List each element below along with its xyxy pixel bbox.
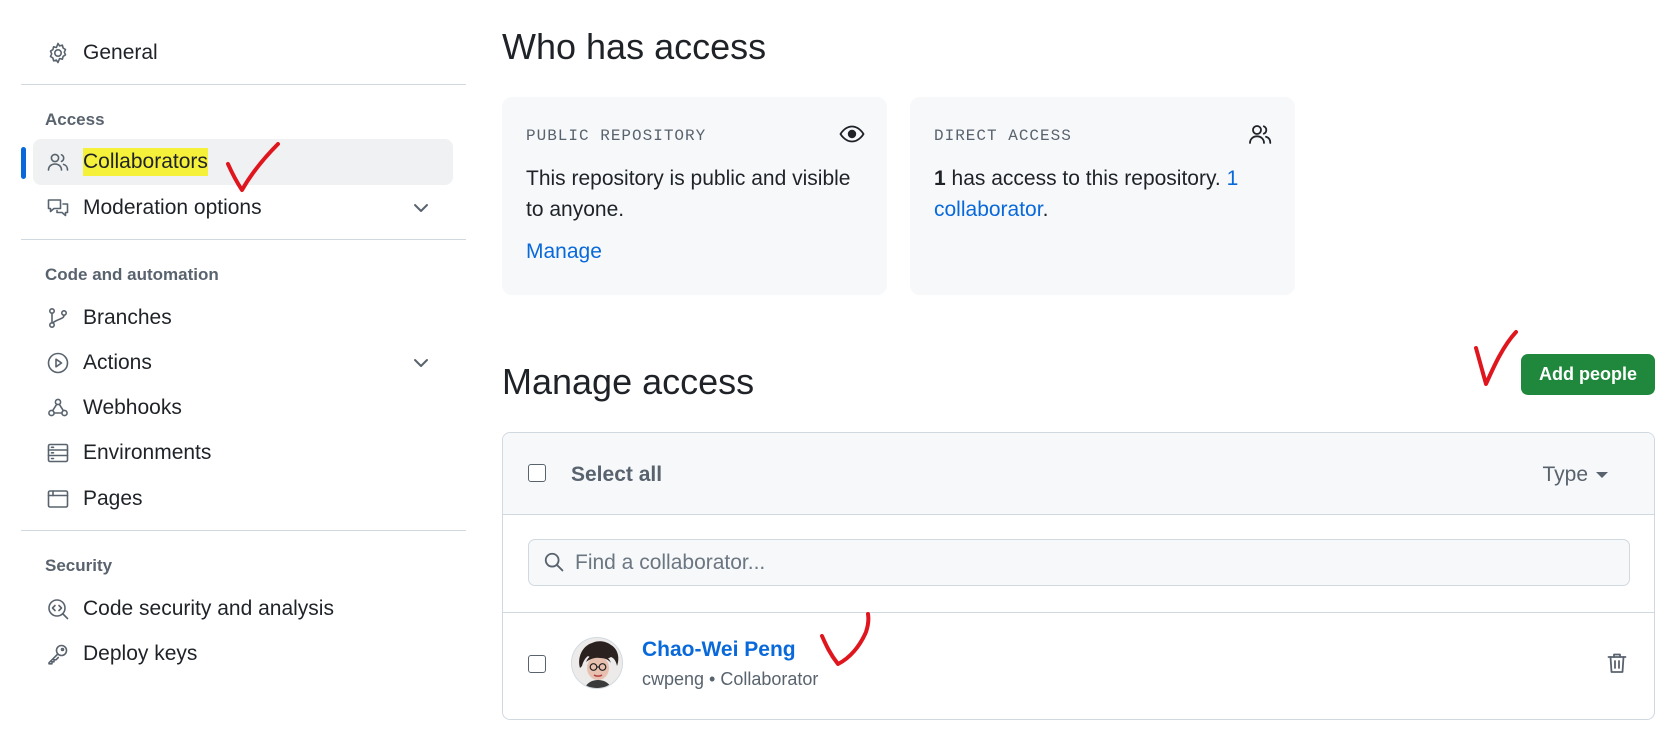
server-icon (45, 440, 71, 466)
card-label: DIRECT ACCESS (934, 127, 1072, 145)
sidebar-divider (21, 84, 466, 85)
comment-discussion-icon (45, 195, 71, 221)
sidebar-item-general[interactable]: General (33, 30, 453, 76)
sidebar-item-label: Actions (83, 351, 152, 374)
sidebar-item-branches[interactable]: Branches (33, 295, 453, 341)
access-text: has access to this repository. (945, 167, 1227, 190)
add-people-button[interactable]: Add people (1521, 354, 1655, 395)
who-has-access-title: Who has access (502, 26, 767, 67)
active-indicator (21, 147, 26, 179)
sidebar-item-pages[interactable]: Pages (33, 476, 453, 522)
sidebar-item-code-security[interactable]: Code security and analysis (33, 586, 453, 632)
table-header: Select all Type (503, 433, 1654, 515)
card-description: 1 has access to this repository. 1 colla… (934, 163, 1274, 225)
section-title-code-automation: Code and automation (45, 265, 219, 284)
row-checkbox[interactable] (528, 655, 546, 673)
collaborator-meta: cwpeng • Collaborator (642, 669, 819, 689)
manage-access-title: Manage access (502, 361, 755, 402)
sidebar-item-label: Branches (83, 306, 172, 329)
caret-down-icon (1596, 472, 1608, 478)
gear-icon (45, 40, 71, 66)
trash-icon[interactable] (1605, 651, 1629, 675)
table-row: Chao-Wei Peng cwpeng • Collaborator (503, 613, 1654, 719)
sidebar-item-label: Code security and analysis (83, 597, 334, 620)
sidebar-item-label: Moderation options (83, 196, 262, 219)
sidebar-item-deploy-keys[interactable]: Deploy keys (33, 631, 453, 677)
sidebar-item-label: Environments (83, 441, 212, 464)
public-repository-card: PUBLIC REPOSITORY This repository is pub… (502, 97, 887, 295)
type-filter-dropdown[interactable]: Type (1542, 463, 1608, 487)
people-icon (45, 149, 71, 175)
chevron-down-icon[interactable] (411, 198, 431, 218)
sidebar-item-environments[interactable]: Environments (33, 430, 453, 476)
sidebar-item-webhooks[interactable]: Webhooks (33, 385, 453, 431)
git-branch-icon (45, 305, 71, 331)
sidebar-item-label: Webhooks (83, 396, 182, 419)
browser-icon (45, 486, 71, 512)
people-icon (1247, 121, 1273, 147)
sidebar-item-label: General (83, 41, 158, 64)
direct-access-card: DIRECT ACCESS 1 has access to this repos… (910, 97, 1295, 295)
section-title-access: Access (45, 110, 105, 129)
sidebar-item-actions[interactable]: Actions (33, 340, 453, 386)
search-icon (543, 551, 567, 575)
search-input[interactable] (575, 550, 1575, 575)
play-circle-icon (45, 350, 71, 376)
card-description: This repository is public and visible to… (526, 167, 851, 221)
sidebar-item-label: Pages (83, 487, 143, 510)
codescan-icon (45, 596, 71, 622)
access-count: 1 (934, 167, 946, 190)
eye-icon (839, 121, 865, 147)
collaborator-name-link[interactable]: Chao-Wei Peng (642, 638, 796, 662)
search-row (503, 515, 1654, 613)
sidebar-item-moderation-options[interactable]: Moderation options (33, 185, 453, 231)
type-filter-label: Type (1542, 463, 1588, 486)
chevron-down-icon[interactable] (411, 353, 431, 373)
key-icon (45, 641, 71, 667)
manage-visibility-link[interactable]: Manage (526, 240, 602, 264)
select-all-checkbox[interactable] (528, 464, 546, 482)
collaborator-search[interactable] (528, 539, 1630, 586)
red-checkmark-annotation (1472, 328, 1520, 393)
sidebar-divider (21, 530, 466, 531)
sidebar-item-collaborators[interactable]: Collaborators (21, 139, 453, 185)
section-title-security: Security (45, 556, 113, 575)
sidebar-item-label: Collaborators (83, 148, 208, 176)
collaborators-table: Select all Type Find a collaborator... C… (502, 432, 1655, 720)
card-label: PUBLIC REPOSITORY (526, 127, 707, 145)
period: . (1042, 198, 1049, 221)
avatar[interactable] (571, 637, 623, 689)
sidebar-item-label: Deploy keys (83, 642, 198, 665)
select-all-label: Select all (571, 463, 663, 486)
sidebar-divider (21, 239, 466, 240)
webhook-icon (45, 395, 71, 421)
